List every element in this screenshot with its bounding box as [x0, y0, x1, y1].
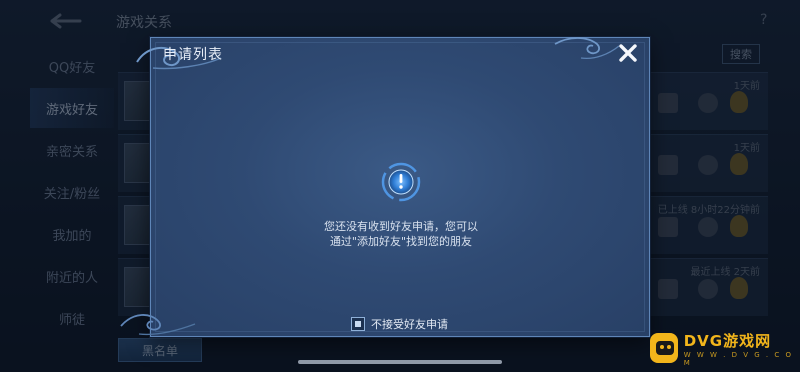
reject-requests-toggle[interactable]: 不接受好友申请: [351, 316, 448, 332]
dialog-header: 申请列表: [151, 38, 649, 68]
reject-requests-label: 不接受好友申请: [371, 318, 448, 331]
watermark-brand: DVG游戏网: [683, 331, 772, 350]
cloud-swirl-ornament: [120, 314, 196, 336]
home-indicator[interactable]: [298, 360, 502, 364]
empty-state-line: 您还没有收到好友申请，您可以: [324, 220, 478, 233]
site-watermark: DVG游戏网 W W W . D V G . C O M: [650, 328, 796, 368]
dialog-title: 申请列表: [163, 47, 223, 63]
friend-request-dialog: 申请列表 您还没有收到好友申请，您可以 通过"添加好友"找到您的朋友 不接受好友…: [120, 37, 650, 337]
close-button[interactable]: [617, 42, 639, 64]
reject-requests-checkbox[interactable]: [351, 317, 365, 331]
info-exclamation-icon: [381, 162, 421, 202]
empty-state-line: 通过"添加好友"找到您的朋友: [329, 235, 473, 248]
empty-state-message: 您还没有收到好友申请，您可以 通过"添加好友"找到您的朋友: [251, 219, 551, 249]
close-icon: [619, 44, 637, 62]
gamepad-logo-icon: [650, 333, 678, 363]
watermark-text: DVG游戏网 W W W . D V G . C O M: [684, 330, 796, 367]
watermark-url: W W W . D V G . C O M: [683, 350, 793, 367]
